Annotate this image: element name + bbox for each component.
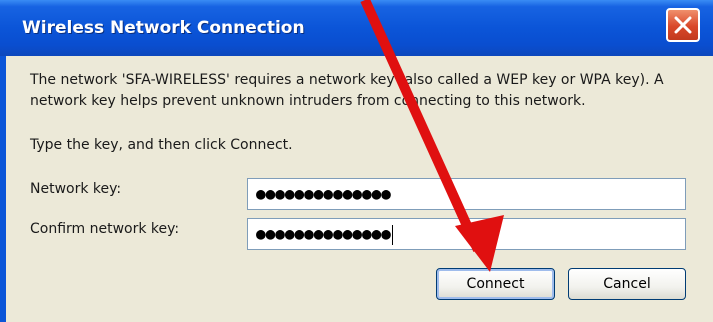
window-title: Wireless Network Connection (22, 18, 305, 38)
wireless-connection-dialog: Wireless Network Connection The network … (0, 0, 713, 322)
confirm-key-input[interactable]: ●●●●●●●●●●●●●● (247, 218, 686, 250)
message-line-1: The network 'SFA-WIRELESS' requires a ne… (30, 72, 664, 88)
close-button[interactable] (666, 8, 700, 42)
network-key-input[interactable]: ●●●●●●●●●●●●●● (247, 178, 686, 210)
network-key-label: Network key: (30, 181, 122, 197)
cancel-button[interactable]: Cancel (568, 268, 686, 300)
text-caret (391, 224, 393, 245)
connect-button[interactable]: Connect (436, 268, 555, 300)
instruction-text: Type the key, and then click Connect. (30, 137, 293, 153)
close-icon (674, 16, 692, 34)
network-key-value: ●●●●●●●●●●●●●● (256, 184, 391, 203)
message-line-2: network key helps prevent unknown intrud… (30, 93, 586, 109)
confirm-key-value: ●●●●●●●●●●●●●● (256, 224, 391, 243)
title-bar[interactable]: Wireless Network Connection (0, 0, 713, 56)
confirm-key-label: Confirm network key: (30, 221, 180, 237)
